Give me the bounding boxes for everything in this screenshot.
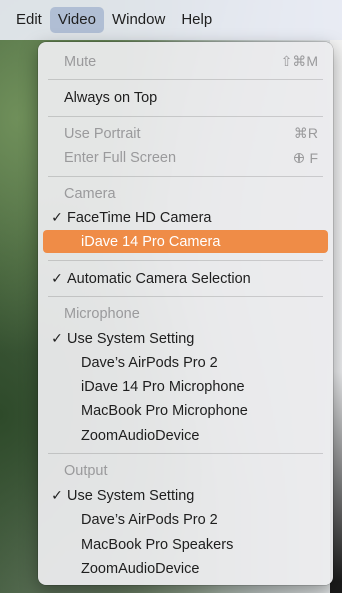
menu-help[interactable]: Help — [173, 7, 220, 33]
menu-item-mic-system[interactable]: ✓ Use System Setting — [43, 327, 328, 350]
checkmark-icon: ✓ — [51, 209, 63, 225]
mic-item-label: ZoomAudioDevice — [81, 427, 200, 444]
output-section-header: Output — [64, 463, 108, 479]
mic-item-label: Use System Setting — [67, 330, 195, 347]
mic-item-label: Dave’s AirPods Pro 2 — [81, 354, 218, 371]
menu-item-automatic-camera-selection[interactable]: ✓ Automatic Camera Selection — [43, 267, 328, 290]
always-on-top-label: Always on Top — [64, 89, 158, 106]
menu-item-mic-zoom[interactable]: ZoomAudioDevice — [43, 424, 328, 447]
output-item-label: Dave’s AirPods Pro 2 — [81, 511, 218, 528]
menu-item-mic-airpods[interactable]: Dave’s AirPods Pro 2 — [43, 351, 328, 374]
separator — [48, 260, 323, 261]
separator — [48, 79, 323, 80]
checkmark-icon: ✓ — [51, 487, 63, 503]
menu-item-output-airpods[interactable]: Dave’s AirPods Pro 2 — [43, 508, 328, 531]
menu-item-output-zoom[interactable]: ZoomAudioDevice — [43, 557, 328, 580]
menu-item-enter-full-screen[interactable]: Enter Full Screen F — [43, 146, 328, 169]
checkmark-icon: ✓ — [51, 270, 63, 286]
enter-full-screen-shortcut: F — [294, 150, 328, 166]
menu-item-output-system[interactable]: ✓ Use System Setting — [43, 484, 328, 507]
menu-item-camera-idave[interactable]: iDave 14 Pro Camera — [43, 230, 328, 253]
menu-item-output-macbook[interactable]: MacBook Pro Speakers — [43, 533, 328, 556]
menu-edit[interactable]: Edit — [8, 7, 50, 33]
checkmark-icon: ✓ — [51, 330, 63, 346]
menu-item-mic-idave[interactable]: iDave 14 Pro Microphone — [43, 375, 328, 398]
separator — [48, 453, 323, 454]
separator — [48, 296, 323, 297]
mic-item-label: iDave 14 Pro Microphone — [81, 378, 245, 395]
microphone-section-header: Microphone — [64, 306, 140, 322]
menu-bar: Edit Video Window Help — [0, 0, 342, 40]
output-item-label: MacBook Pro Speakers — [81, 536, 234, 553]
menu-item-always-on-top[interactable]: Always on Top — [43, 86, 328, 109]
camera-item-label: iDave 14 Pro Camera — [81, 233, 221, 250]
use-portrait-label: Use Portrait — [64, 125, 141, 142]
menu-item-camera-facetime[interactable]: ✓ FaceTime HD Camera — [43, 206, 328, 229]
use-portrait-shortcut: ⌘R — [293, 125, 318, 141]
menu-item-use-portrait[interactable]: Use Portrait ⌘R — [43, 122, 328, 145]
output-item-label: ZoomAudioDevice — [81, 560, 200, 577]
mute-shortcut: ⇧⌘M — [280, 53, 318, 69]
mic-item-label: MacBook Pro Microphone — [81, 402, 248, 419]
menu-window[interactable]: Window — [104, 7, 173, 33]
output-item-label: Use System Setting — [67, 487, 195, 504]
camera-item-label: FaceTime HD Camera — [67, 209, 212, 226]
menu-item-mic-macbook[interactable]: MacBook Pro Microphone — [43, 399, 328, 422]
menu-item-mute[interactable]: Mute ⇧⌘M — [43, 50, 328, 73]
automatic-camera-selection-label: Automatic Camera Selection — [67, 270, 251, 287]
enter-full-screen-key: F — [309, 149, 318, 166]
camera-section-header: Camera — [64, 186, 116, 202]
globe-icon — [294, 152, 305, 163]
separator — [48, 176, 323, 177]
mute-label: Mute — [64, 53, 97, 70]
separator — [48, 116, 323, 117]
video-dropdown-menu: Mute ⇧⌘M Always on Top Use Portrait ⌘R E… — [38, 42, 333, 585]
menu-video[interactable]: Video — [49, 7, 104, 33]
enter-full-screen-label: Enter Full Screen — [64, 149, 177, 166]
